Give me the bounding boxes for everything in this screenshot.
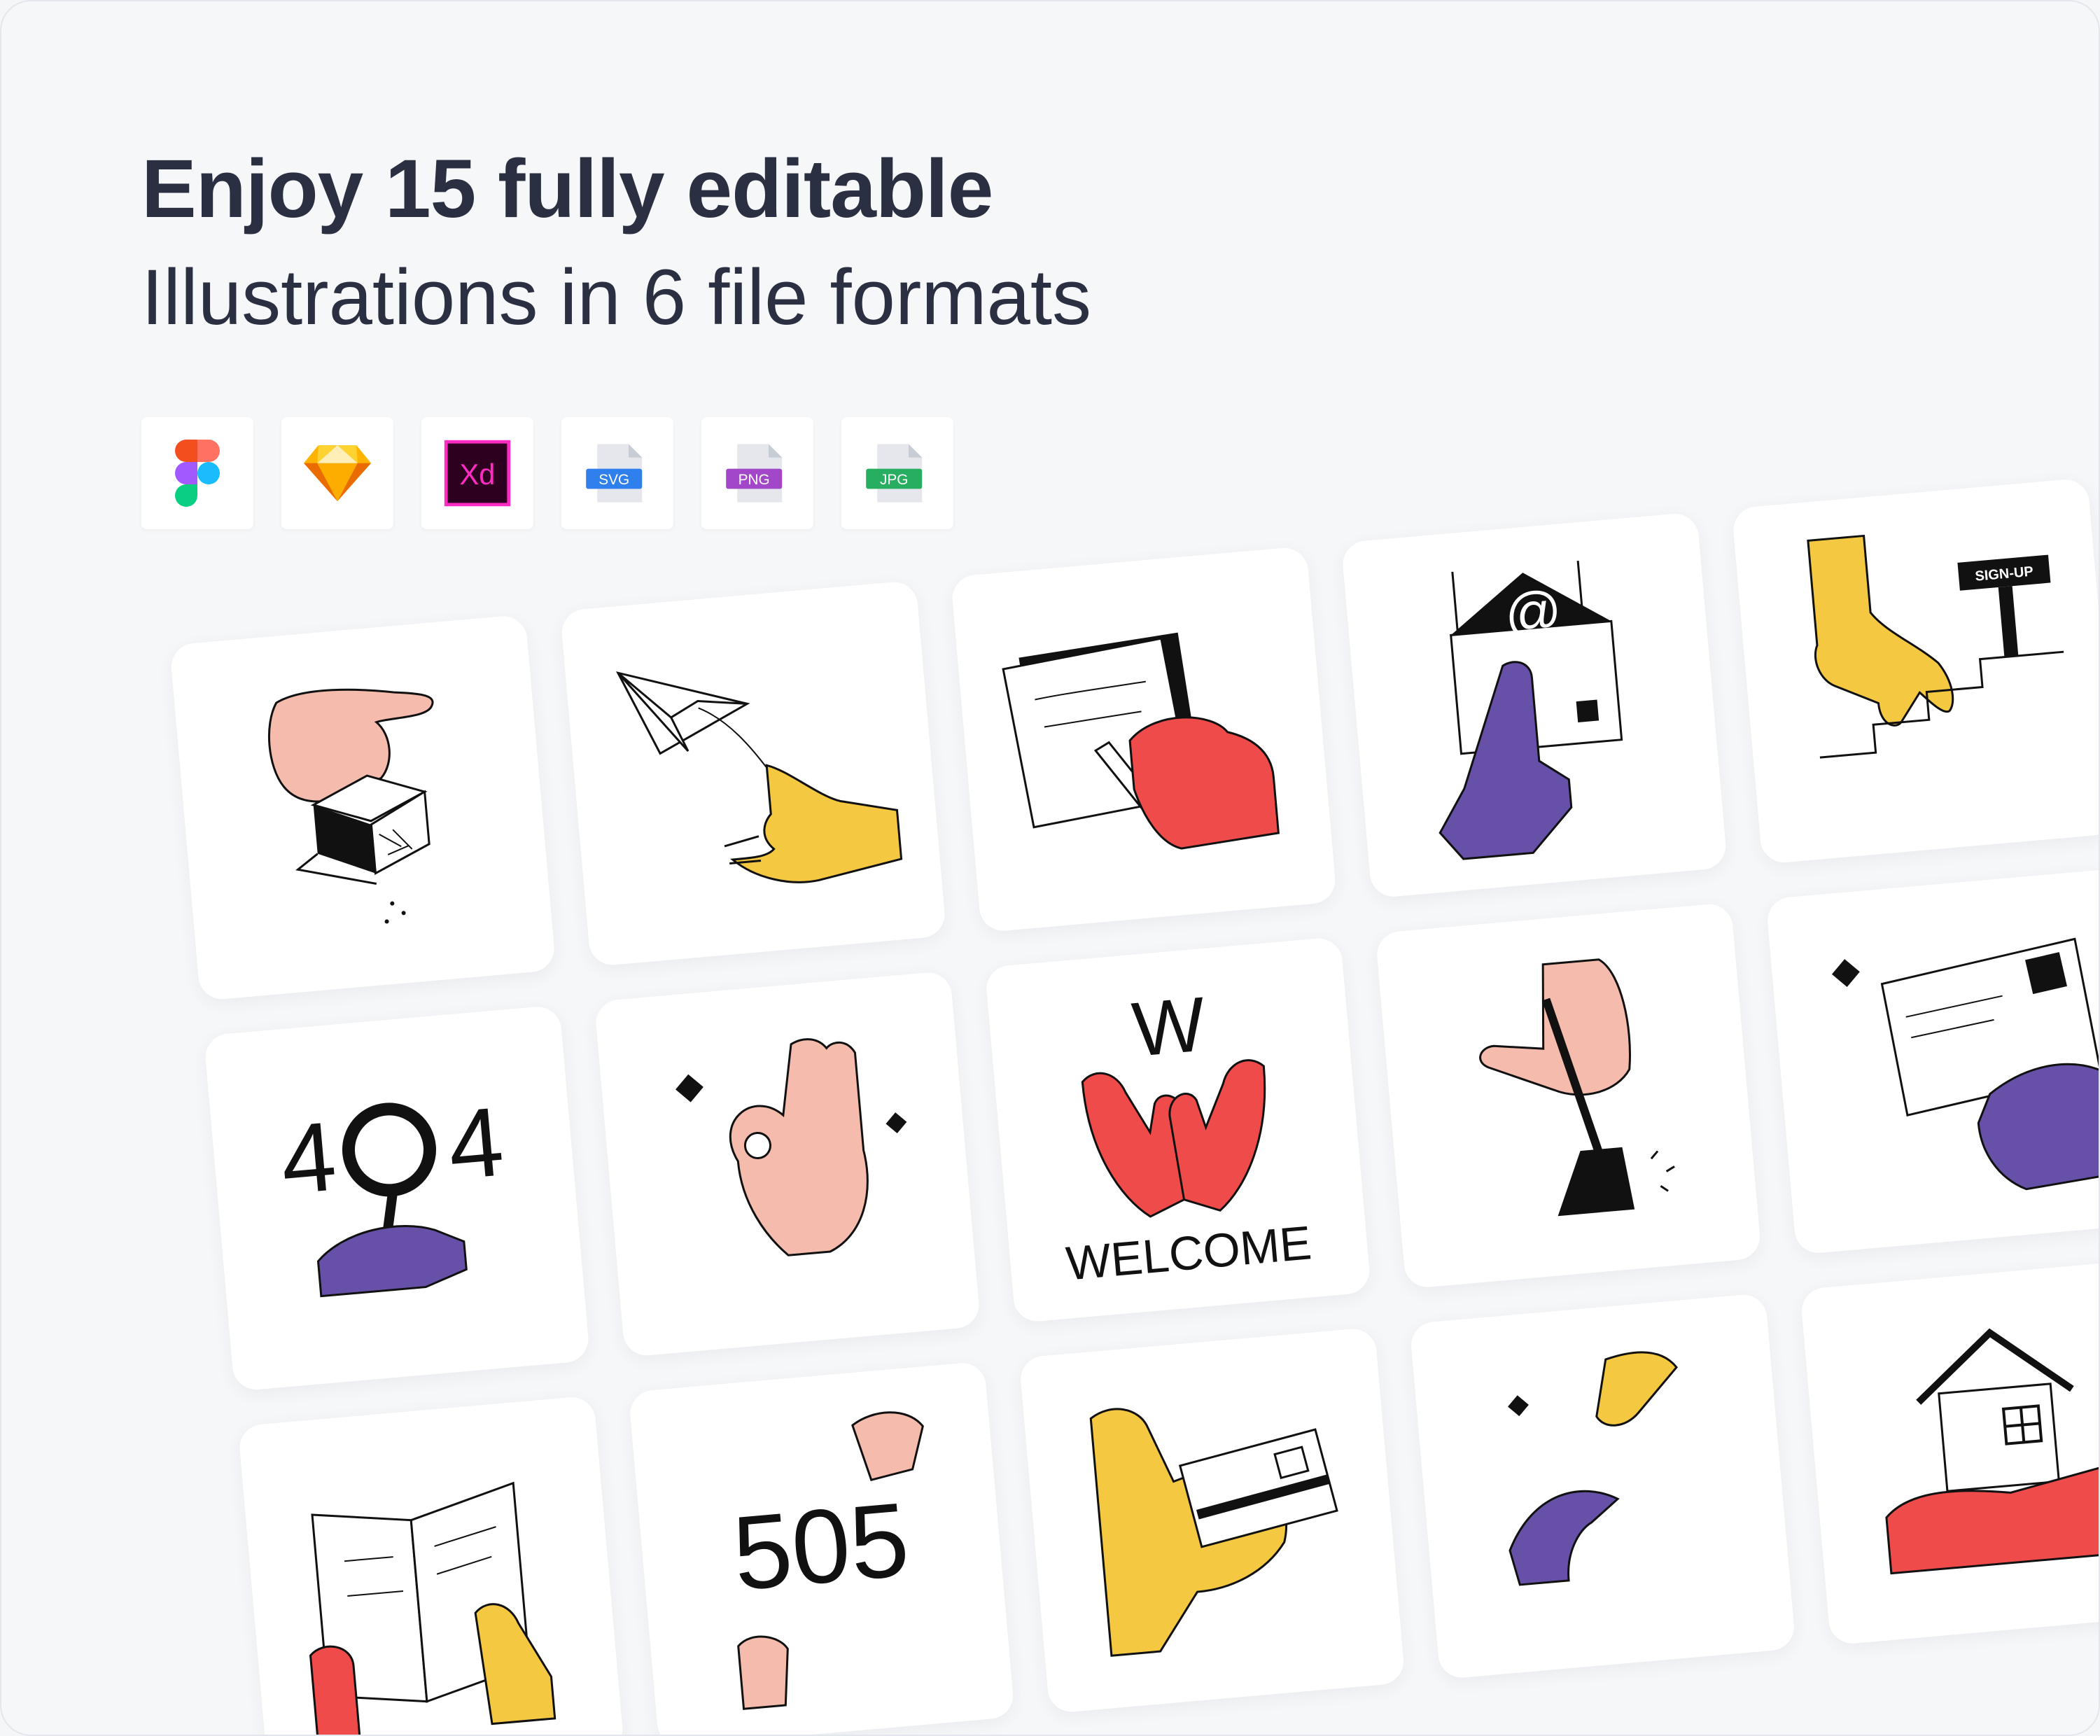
- illustration-card-broom: [1375, 902, 1762, 1289]
- illustration-card-credit-card: [1018, 1326, 1406, 1714]
- hand-writing-document-icon: [1002, 632, 1280, 850]
- illustration-card-connect: [1409, 1292, 1796, 1680]
- illustration-grid: @ SIGN-UP 4 4 W WELCOME 505: [169, 477, 2099, 1735]
- magnifier-404-icon: 4 4: [276, 1086, 507, 1298]
- format-tile-svg: SVG: [561, 417, 673, 529]
- sketch-icon: [304, 445, 371, 501]
- welcome-letter: W: [1129, 981, 1209, 1073]
- illustration-card-book: [237, 1395, 625, 1735]
- page-title: Enjoy 15 fully editable: [141, 143, 993, 235]
- illustration-card-welcome: W WELCOME: [984, 936, 1372, 1324]
- format-tile-xd: Xd: [421, 417, 533, 529]
- format-tile-sketch: [281, 417, 393, 529]
- xd-label: Xd: [460, 458, 496, 491]
- illustration-card-ok: [594, 970, 981, 1358]
- error-404-left-digit: 4: [276, 1100, 340, 1214]
- signup-stairs-icon: SIGN-UP: [1807, 534, 2064, 759]
- illustration-card-documents: [950, 545, 1338, 933]
- welcome-hands-icon: W WELCOME: [1064, 981, 1314, 1290]
- svg-label: SVG: [598, 472, 629, 488]
- jpg-label: JPG: [880, 472, 908, 488]
- open-book-icon: [309, 1481, 556, 1735]
- illustration-card-email: @: [1340, 512, 1728, 899]
- file-format-list: Xd SVG PNG JPG: [141, 417, 953, 529]
- hand-broom-icon: [1479, 958, 1675, 1217]
- hand-holding-house-icon: [1885, 1328, 2099, 1575]
- hands-connecting-icon: [1508, 1351, 1679, 1586]
- png-file-icon: PNG: [726, 444, 783, 503]
- page-subtitle: Illustrations in 6 file formats: [141, 253, 1091, 341]
- format-tile-png: PNG: [701, 417, 813, 529]
- figma-icon: [175, 440, 220, 507]
- format-tile-figma: [141, 417, 253, 529]
- format-tile-jpg: JPG: [841, 417, 953, 529]
- svg-file-icon: SVG: [586, 444, 643, 503]
- xd-icon: Xd: [444, 440, 511, 507]
- illustration-card-signup: SIGN-UP: [1731, 477, 2099, 864]
- illustration-card-cube: [169, 614, 556, 1002]
- illustration-card-404: 4 4: [203, 1004, 591, 1392]
- illustration-card-postcard: [1765, 868, 2099, 1255]
- ok-hand-icon: [676, 1038, 907, 1256]
- email-at-symbol: @: [1502, 579, 1564, 646]
- hand-holding-cube-icon: [267, 688, 434, 924]
- png-label: PNG: [738, 472, 770, 488]
- jpg-file-icon: JPG: [866, 444, 923, 503]
- error-404-right-digit: 4: [444, 1086, 507, 1200]
- illustration-card-505: 505: [628, 1361, 1015, 1735]
- illustration-card-paper-plane: [559, 580, 947, 967]
- hand-credit-card-icon: [1089, 1408, 1338, 1657]
- paper-plane-icon: [616, 671, 903, 883]
- illustration-card-house: [1800, 1259, 2099, 1646]
- canvas-frame: Enjoy 15 fully editable Illustrations in…: [0, 0, 2100, 1736]
- postcard-icon: [1831, 937, 2099, 1191]
- welcome-text: WELCOME: [1064, 1216, 1314, 1290]
- error-505-icon: 505: [729, 1411, 924, 1710]
- email-envelope-icon: @: [1438, 561, 1623, 860]
- error-505-text: 505: [729, 1480, 913, 1612]
